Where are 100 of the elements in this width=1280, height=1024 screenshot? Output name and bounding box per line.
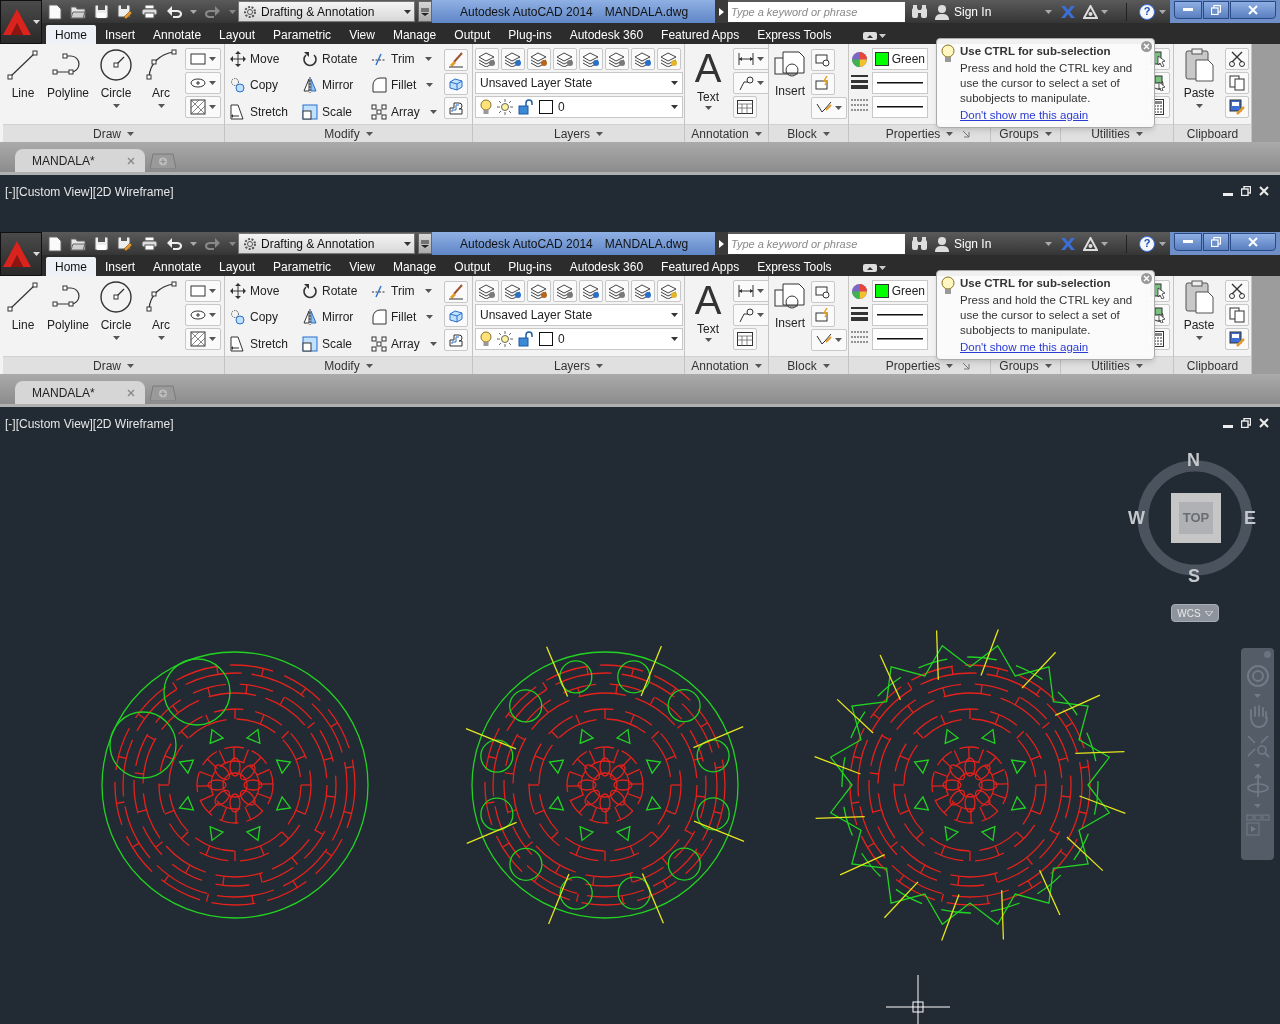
close-tooltip-icon[interactable]: [1141, 273, 1152, 284]
draw-tool-button[interactable]: Line: [3, 48, 43, 124]
modify-tool-button[interactable]: Rotate: [302, 49, 371, 69]
ribbon-tab[interactable]: Manage: [383, 257, 446, 276]
ribbon-tab[interactable]: Autodesk 360: [560, 25, 653, 44]
file-tab[interactable]: MANDALA*: [15, 149, 145, 172]
modify-tool-button[interactable]: Trim: [371, 281, 444, 301]
layer-tool-button[interactable]: [579, 48, 603, 70]
compass-north[interactable]: N: [1187, 451, 1200, 469]
ribbon-tab[interactable]: Autodesk 360: [560, 257, 653, 276]
help-button[interactable]: ?: [1139, 235, 1155, 252]
erase-button[interactable]: [444, 281, 468, 303]
draw-tool-button[interactable]: Circle: [93, 280, 139, 356]
viewport-restore-icon[interactable]: [1241, 418, 1251, 428]
ribbon-tab[interactable]: Layout: [210, 25, 265, 44]
ribbon-tab[interactable]: Layout: [210, 257, 265, 276]
edit-block-button[interactable]: [811, 305, 835, 327]
modify-tool-button[interactable]: Scale: [302, 333, 371, 354]
panel-title[interactable]: Draw: [93, 127, 121, 140]
table-button[interactable]: [733, 96, 757, 118]
explode-button[interactable]: [444, 73, 468, 95]
viewport-controls-label[interactable]: [-][Custom View][2D Wireframe]: [5, 183, 174, 201]
copy-clip-button[interactable]: [1225, 304, 1249, 326]
modify-tool-button[interactable]: Trim: [371, 49, 444, 69]
sign-in-button[interactable]: Sign In: [934, 234, 1052, 253]
panel-title[interactable]: Draw: [93, 359, 121, 372]
rectangle-button[interactable]: [185, 48, 221, 70]
ellipse-button[interactable]: [185, 72, 221, 94]
application-menu-button[interactable]: [0, 0, 42, 44]
color-dropdown[interactable]: Green: [872, 280, 928, 302]
redo-icon[interactable]: [205, 237, 221, 250]
draw-tool-button[interactable]: Polyline: [43, 280, 93, 356]
ribbon-tab[interactable]: Home: [46, 257, 96, 276]
panel-title[interactable]: Modify: [324, 127, 360, 140]
linetype-dropdown[interactable]: [872, 96, 928, 118]
cut-button[interactable]: [1225, 48, 1249, 70]
ellipse-button[interactable]: [185, 304, 221, 326]
dimension-button[interactable]: [733, 48, 769, 70]
layer-tool-button[interactable]: [605, 280, 629, 302]
panel-title[interactable]: Layers: [554, 127, 590, 140]
modify-tool-button[interactable]: Copy: [230, 307, 302, 328]
binoculars-icon[interactable]: [911, 4, 928, 19]
lineweight-dropdown[interactable]: [872, 72, 928, 94]
paste-button[interactable]: Paste: [1179, 280, 1219, 356]
modify-tool-button[interactable]: Move: [230, 49, 302, 69]
undo-icon[interactable]: [166, 237, 182, 250]
new-file-icon[interactable]: [48, 235, 62, 252]
printer-icon[interactable]: [141, 236, 158, 251]
minimize-ribbon-icon[interactable]: [862, 32, 877, 40]
modify-tool-button[interactable]: Fillet: [371, 75, 444, 96]
compass-south[interactable]: S: [1188, 567, 1200, 585]
printer-icon[interactable]: [141, 4, 158, 19]
insert-tool-button[interactable]: Insert: [772, 280, 808, 356]
ribbon-tab[interactable]: Plug-ins: [499, 25, 561, 44]
cut-button[interactable]: [1225, 280, 1249, 302]
search-field[interactable]: Type a keyword or phrase: [728, 233, 905, 254]
create-block-button[interactable]: [811, 49, 835, 71]
application-menu-button[interactable]: [0, 232, 42, 276]
hatch-button[interactable]: [185, 328, 221, 350]
ribbon-tab[interactable]: Insert: [96, 25, 145, 44]
ribbon-tab[interactable]: Output: [445, 25, 500, 44]
minimize-ribbon-icon[interactable]: [862, 264, 877, 272]
ribbon-tab[interactable]: Plug-ins: [499, 257, 561, 276]
restore-button[interactable]: [1203, 1, 1229, 19]
draw-tool-button[interactable]: Polyline: [43, 48, 93, 124]
modify-tool-button[interactable]: Move: [230, 281, 302, 301]
modify-tool-button[interactable]: Array: [371, 101, 444, 122]
table-button[interactable]: [733, 328, 757, 350]
undo-icon[interactable]: [166, 5, 182, 18]
modify-tool-button[interactable]: Copy: [230, 75, 302, 96]
hatch-button[interactable]: [185, 96, 221, 118]
ribbon-tab[interactable]: Output: [445, 257, 500, 276]
create-block-button[interactable]: [811, 281, 835, 303]
layer-tool-button[interactable]: [657, 48, 681, 70]
leader-button[interactable]: [733, 72, 769, 94]
dimension-button[interactable]: [733, 280, 769, 302]
color-wheel-icon[interactable]: [851, 283, 868, 300]
draw-tool-button[interactable]: Line: [3, 280, 43, 356]
workspace-dropdown[interactable]: Drafting & Annotation: [238, 233, 415, 254]
ribbon-tab[interactable]: Express Tools: [748, 25, 841, 44]
draw-tool-button[interactable]: Arc: [139, 280, 183, 356]
layer-dropdown[interactable]: 0: [475, 96, 683, 118]
layer-state-dropdown[interactable]: Unsaved Layer State: [475, 72, 683, 94]
minimize-button[interactable]: [1174, 1, 1202, 19]
triangle-icon[interactable]: [1083, 236, 1098, 251]
linetype-icon[interactable]: [851, 331, 868, 343]
ribbon-tab[interactable]: Annotate: [144, 257, 211, 276]
lineweight-icon[interactable]: [851, 307, 868, 321]
dialog-launcher-icon[interactable]: [962, 362, 970, 370]
ribbon-tab[interactable]: View: [340, 25, 384, 44]
draw-tool-button[interactable]: Circle: [93, 48, 139, 124]
compass-east[interactable]: E: [1244, 509, 1256, 527]
triangle-icon[interactable]: [1083, 4, 1098, 19]
erase-button[interactable]: [444, 49, 468, 71]
dont-show-again-link[interactable]: Don't show me this again: [960, 340, 1148, 355]
modify-tool-button[interactable]: Stretch: [230, 333, 302, 354]
binoculars-icon[interactable]: [911, 236, 928, 251]
ribbon-tab[interactable]: Express Tools: [748, 257, 841, 276]
workspace-dropdown[interactable]: Drafting & Annotation: [238, 1, 415, 22]
redo-icon[interactable]: [205, 5, 221, 18]
